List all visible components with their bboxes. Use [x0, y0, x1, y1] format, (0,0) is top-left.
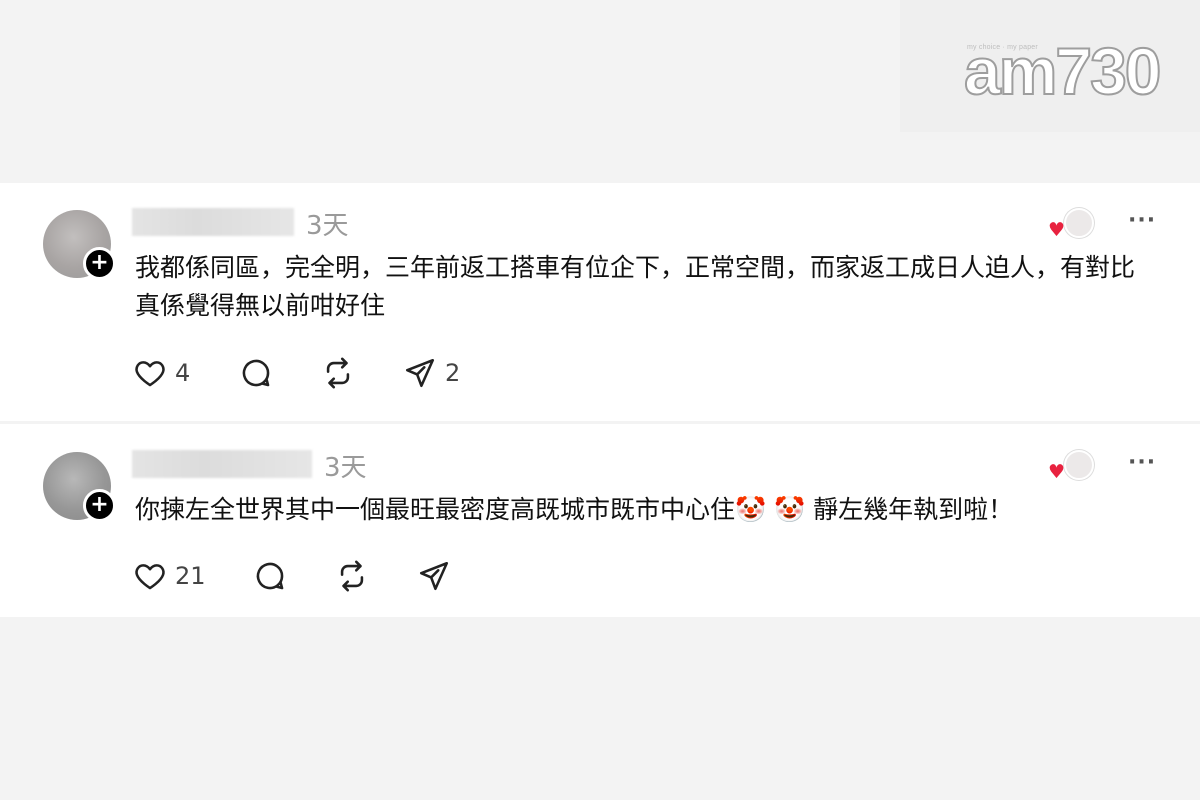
heart-filled-icon: ♥ — [1048, 461, 1066, 483]
logo-text: am730 — [963, 34, 1163, 108]
reply-button[interactable] — [253, 558, 287, 594]
like-count: 21 — [175, 562, 206, 590]
action-bar: 4 2 — [133, 355, 493, 391]
page: my choice · my paper am730 + 3天 ♥ ··· 我都… — [0, 0, 1200, 800]
liked-by-author-indicator: ♥ — [1048, 450, 1096, 484]
post-body: 我都係同區，完全明，三年前返工搭車有位企下，正常空間，而家返工成日人迫人，有對比… — [135, 253, 1136, 320]
author-avatar-small — [1064, 208, 1094, 238]
more-options-icon[interactable]: ··· — [1128, 208, 1156, 233]
repost-icon — [326, 357, 350, 389]
like-count: 4 — [175, 359, 191, 387]
share-button[interactable] — [417, 558, 459, 594]
heart-outline-icon — [135, 361, 165, 387]
author-avatar-small — [1064, 450, 1094, 480]
repost-icon — [340, 560, 364, 592]
reply-post: + 3天 ♥ ··· 我都係同區，完全明，三年前返工搭車有位企下，正常空間，而家… — [0, 183, 1200, 421]
share-count: 2 — [445, 359, 461, 387]
heart-outline-icon — [135, 564, 165, 590]
more-options-icon[interactable]: ··· — [1128, 450, 1156, 475]
am730-watermark-logo: my choice · my paper am730 — [900, 0, 1200, 132]
send-icon — [419, 561, 449, 591]
reply-post: + 3天 ♥ ··· 你揀左全世界其中一個最旺最密度高既城市既市中心住🤡 🤡 靜… — [0, 424, 1200, 617]
repost-button[interactable] — [321, 355, 355, 391]
follow-plus-icon[interactable]: + — [83, 247, 116, 280]
post-time: 3天 — [306, 211, 349, 241]
post-time: 3天 — [324, 453, 367, 483]
username-blurred[interactable] — [132, 208, 294, 236]
speech-bubble-icon — [256, 562, 284, 590]
follow-plus-icon[interactable]: + — [83, 489, 116, 522]
like-button[interactable]: 21 — [133, 558, 206, 594]
speech-bubble-icon — [242, 359, 270, 387]
username-blurred[interactable] — [132, 450, 312, 478]
share-button[interactable]: 2 — [403, 355, 460, 391]
send-icon — [405, 358, 435, 388]
liked-by-author-indicator: ♥ — [1048, 208, 1096, 242]
heart-filled-icon: ♥ — [1048, 219, 1066, 241]
repost-button[interactable] — [335, 558, 369, 594]
like-button[interactable]: 4 — [133, 355, 190, 391]
reply-button[interactable] — [239, 355, 273, 391]
action-bar: 21 — [133, 558, 493, 594]
post-body: 你揀左全世界其中一個最旺最密度高既城市既市中心住🤡 🤡 靜左幾年執到啦！ — [135, 495, 1014, 524]
